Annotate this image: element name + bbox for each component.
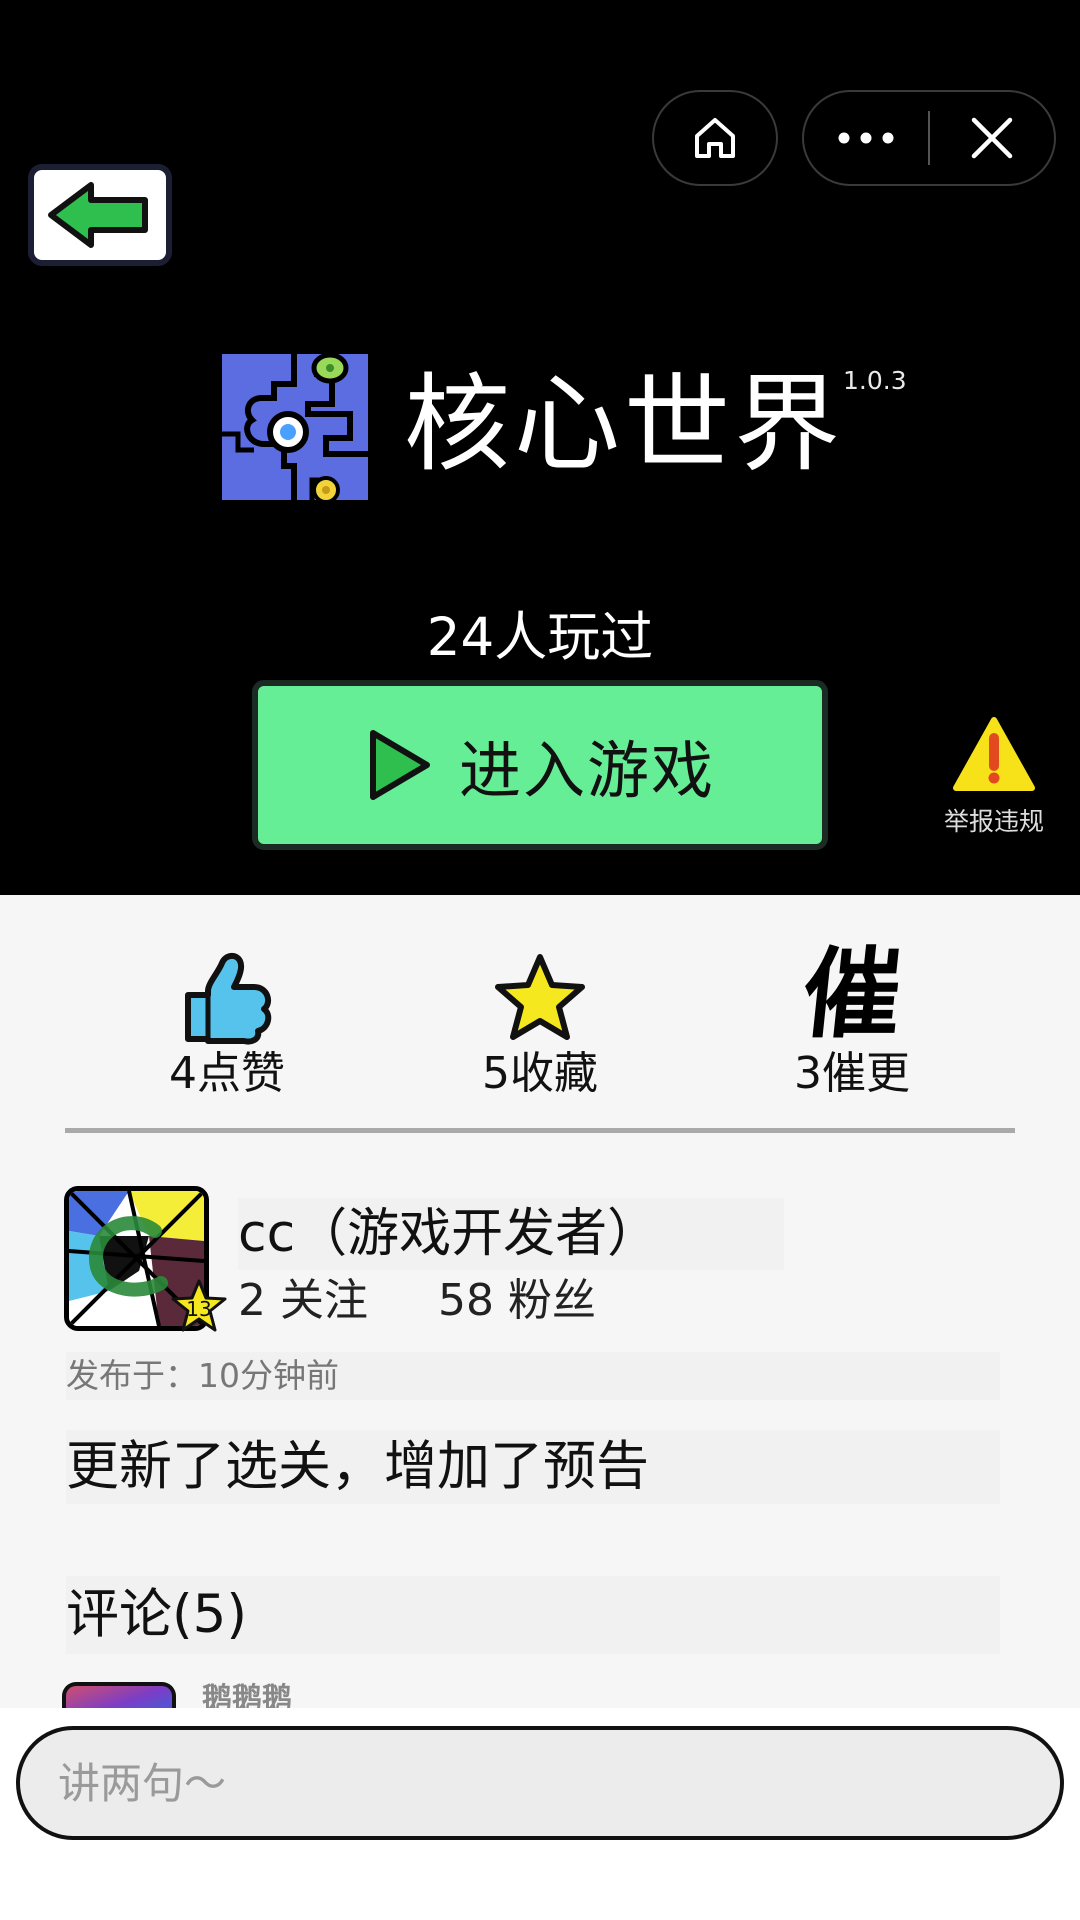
game-icon xyxy=(222,354,368,500)
urge-button[interactable]: 催 3催更 xyxy=(742,938,962,1101)
more-dots-icon xyxy=(838,132,894,144)
played-count: 24人玩过 xyxy=(426,607,654,668)
favorite-count: 5收藏 xyxy=(482,1048,598,1099)
menu-capsule xyxy=(802,90,1056,186)
green-left-arrow-icon xyxy=(48,182,148,248)
author-name[interactable]: cc（游戏开发者） xyxy=(238,1198,784,1270)
thumbs-up-icon xyxy=(185,953,272,1045)
urge-icon: 催 xyxy=(796,938,907,1052)
stats-row: 4点赞 5收藏 催 3催更 xyxy=(0,938,1080,1105)
enter-game-button[interactable]: 进入游戏 xyxy=(252,680,828,850)
home-icon xyxy=(695,118,735,158)
favorite-button[interactable]: 5收藏 xyxy=(430,945,650,1101)
like-count: 4点赞 xyxy=(169,1048,285,1099)
publish-time: 发布于：10分钟前 xyxy=(66,1352,1000,1400)
report-label: 举报违规 xyxy=(943,807,1044,836)
section-divider xyxy=(65,1128,1015,1133)
close-icon xyxy=(971,117,1013,159)
level-badge-star-icon: 13 xyxy=(171,1279,227,1332)
update-description: 更新了选关，增加了预告 xyxy=(66,1430,1000,1504)
play-icon xyxy=(369,730,430,800)
like-button[interactable]: 4点赞 xyxy=(117,945,337,1101)
home-button[interactable] xyxy=(652,90,778,186)
enter-game-label: 进入游戏 xyxy=(458,734,715,807)
following-count[interactable]: 2 关注 xyxy=(238,1275,368,1326)
comments-title: 评论(5) xyxy=(66,1576,1000,1654)
game-header: 核心世界 1.0.3 24人玩过 进入游戏 举报违规 xyxy=(0,0,1080,895)
level-number: 13 xyxy=(186,1297,211,1321)
comment-input[interactable] xyxy=(16,1726,1064,1840)
report-button[interactable]: 举报违规 xyxy=(938,716,1050,838)
star-icon xyxy=(495,954,585,1040)
author-stats: 2 关注 58 粉丝 xyxy=(238,1272,596,1330)
urge-count: 3催更 xyxy=(794,1048,910,1099)
back-button[interactable] xyxy=(28,164,172,266)
more-button[interactable] xyxy=(804,92,928,184)
close-button[interactable] xyxy=(930,92,1054,184)
followers-count[interactable]: 58 粉丝 xyxy=(438,1275,596,1326)
warning-icon xyxy=(953,717,1035,791)
comment-input-bar xyxy=(0,1708,1080,1920)
game-title: 核心世界 xyxy=(404,363,844,486)
game-version: 1.0.3 xyxy=(843,366,907,395)
